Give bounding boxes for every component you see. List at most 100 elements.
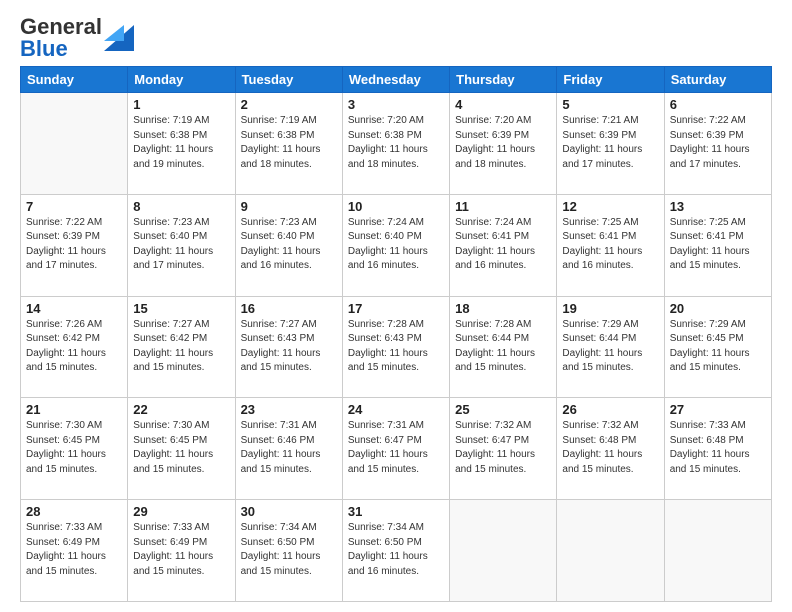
day-number: 9 (241, 199, 337, 214)
calendar-cell: 15 Sunrise: 7:27 AMSunset: 6:42 PMDaylig… (128, 296, 235, 398)
day-number: 6 (670, 97, 766, 112)
calendar-cell: 2 Sunrise: 7:19 AMSunset: 6:38 PMDayligh… (235, 93, 342, 195)
day-number: 24 (348, 402, 444, 417)
cell-info: Sunrise: 7:20 AMSunset: 6:39 PMDaylight:… (455, 115, 535, 170)
day-number: 4 (455, 97, 551, 112)
cell-info: Sunrise: 7:28 AMSunset: 6:43 PMDaylight:… (348, 319, 428, 374)
day-number: 15 (133, 301, 229, 316)
calendar-cell: 21 Sunrise: 7:30 AMSunset: 6:45 PMDaylig… (21, 398, 128, 500)
cell-info: Sunrise: 7:31 AMSunset: 6:47 PMDaylight:… (348, 420, 428, 475)
cell-info: Sunrise: 7:24 AMSunset: 6:41 PMDaylight:… (455, 217, 535, 272)
cell-info: Sunrise: 7:23 AMSunset: 6:40 PMDaylight:… (133, 217, 213, 272)
calendar-cell: 12 Sunrise: 7:25 AMSunset: 6:41 PMDaylig… (557, 194, 664, 296)
day-number: 2 (241, 97, 337, 112)
day-number: 12 (562, 199, 658, 214)
calendar-cell: 31 Sunrise: 7:34 AMSunset: 6:50 PMDaylig… (342, 500, 449, 602)
weekday-header-thursday: Thursday (450, 67, 557, 93)
calendar-cell: 20 Sunrise: 7:29 AMSunset: 6:45 PMDaylig… (664, 296, 771, 398)
cell-info: Sunrise: 7:22 AMSunset: 6:39 PMDaylight:… (670, 115, 750, 170)
calendar-cell: 22 Sunrise: 7:30 AMSunset: 6:45 PMDaylig… (128, 398, 235, 500)
cell-info: Sunrise: 7:28 AMSunset: 6:44 PMDaylight:… (455, 319, 535, 374)
cell-info: Sunrise: 7:34 AMSunset: 6:50 PMDaylight:… (348, 522, 428, 577)
weekday-header-monday: Monday (128, 67, 235, 93)
day-number: 29 (133, 504, 229, 519)
day-number: 13 (670, 199, 766, 214)
calendar-week-2: 7 Sunrise: 7:22 AMSunset: 6:39 PMDayligh… (21, 194, 772, 296)
header: General Blue (20, 16, 772, 60)
day-number: 25 (455, 402, 551, 417)
day-number: 7 (26, 199, 122, 214)
cell-info: Sunrise: 7:32 AMSunset: 6:47 PMDaylight:… (455, 420, 535, 475)
day-number: 3 (348, 97, 444, 112)
calendar-week-5: 28 Sunrise: 7:33 AMSunset: 6:49 PMDaylig… (21, 500, 772, 602)
calendar-cell: 27 Sunrise: 7:33 AMSunset: 6:48 PMDaylig… (664, 398, 771, 500)
weekday-header-tuesday: Tuesday (235, 67, 342, 93)
calendar-cell: 11 Sunrise: 7:24 AMSunset: 6:41 PMDaylig… (450, 194, 557, 296)
cell-info: Sunrise: 7:22 AMSunset: 6:39 PMDaylight:… (26, 217, 106, 272)
day-number: 26 (562, 402, 658, 417)
weekday-header-friday: Friday (557, 67, 664, 93)
cell-info: Sunrise: 7:20 AMSunset: 6:38 PMDaylight:… (348, 115, 428, 170)
calendar-cell: 5 Sunrise: 7:21 AMSunset: 6:39 PMDayligh… (557, 93, 664, 195)
day-number: 20 (670, 301, 766, 316)
day-number: 8 (133, 199, 229, 214)
cell-info: Sunrise: 7:33 AMSunset: 6:48 PMDaylight:… (670, 420, 750, 475)
day-number: 10 (348, 199, 444, 214)
calendar-cell: 28 Sunrise: 7:33 AMSunset: 6:49 PMDaylig… (21, 500, 128, 602)
cell-info: Sunrise: 7:25 AMSunset: 6:41 PMDaylight:… (670, 217, 750, 272)
cell-info: Sunrise: 7:27 AMSunset: 6:43 PMDaylight:… (241, 319, 321, 374)
day-number: 21 (26, 402, 122, 417)
cell-info: Sunrise: 7:27 AMSunset: 6:42 PMDaylight:… (133, 319, 213, 374)
logo-icon (104, 15, 134, 51)
day-number: 1 (133, 97, 229, 112)
calendar-cell (21, 93, 128, 195)
calendar-cell: 16 Sunrise: 7:27 AMSunset: 6:43 PMDaylig… (235, 296, 342, 398)
calendar-cell: 13 Sunrise: 7:25 AMSunset: 6:41 PMDaylig… (664, 194, 771, 296)
cell-info: Sunrise: 7:34 AMSunset: 6:50 PMDaylight:… (241, 522, 321, 577)
calendar-cell: 26 Sunrise: 7:32 AMSunset: 6:48 PMDaylig… (557, 398, 664, 500)
cell-info: Sunrise: 7:26 AMSunset: 6:42 PMDaylight:… (26, 319, 106, 374)
weekday-header-saturday: Saturday (664, 67, 771, 93)
calendar-cell: 19 Sunrise: 7:29 AMSunset: 6:44 PMDaylig… (557, 296, 664, 398)
calendar-cell: 3 Sunrise: 7:20 AMSunset: 6:38 PMDayligh… (342, 93, 449, 195)
cell-info: Sunrise: 7:19 AMSunset: 6:38 PMDaylight:… (241, 115, 321, 170)
calendar-cell: 17 Sunrise: 7:28 AMSunset: 6:43 PMDaylig… (342, 296, 449, 398)
cell-info: Sunrise: 7:30 AMSunset: 6:45 PMDaylight:… (26, 420, 106, 475)
day-number: 23 (241, 402, 337, 417)
calendar-cell: 1 Sunrise: 7:19 AMSunset: 6:38 PMDayligh… (128, 93, 235, 195)
day-number: 30 (241, 504, 337, 519)
day-number: 18 (455, 301, 551, 316)
day-number: 17 (348, 301, 444, 316)
weekday-header-sunday: Sunday (21, 67, 128, 93)
cell-info: Sunrise: 7:25 AMSunset: 6:41 PMDaylight:… (562, 217, 642, 272)
calendar-cell: 7 Sunrise: 7:22 AMSunset: 6:39 PMDayligh… (21, 194, 128, 296)
day-number: 31 (348, 504, 444, 519)
calendar-cell: 24 Sunrise: 7:31 AMSunset: 6:47 PMDaylig… (342, 398, 449, 500)
cell-info: Sunrise: 7:29 AMSunset: 6:44 PMDaylight:… (562, 319, 642, 374)
calendar-week-3: 14 Sunrise: 7:26 AMSunset: 6:42 PMDaylig… (21, 296, 772, 398)
cell-info: Sunrise: 7:33 AMSunset: 6:49 PMDaylight:… (133, 522, 213, 577)
cell-info: Sunrise: 7:24 AMSunset: 6:40 PMDaylight:… (348, 217, 428, 272)
day-number: 27 (670, 402, 766, 417)
cell-info: Sunrise: 7:19 AMSunset: 6:38 PMDaylight:… (133, 115, 213, 170)
calendar-cell: 23 Sunrise: 7:31 AMSunset: 6:46 PMDaylig… (235, 398, 342, 500)
calendar-cell: 14 Sunrise: 7:26 AMSunset: 6:42 PMDaylig… (21, 296, 128, 398)
logo: General Blue (20, 16, 134, 60)
day-number: 14 (26, 301, 122, 316)
page: General Blue SundayMondayTuesdayWednesda… (0, 0, 792, 612)
calendar-cell: 9 Sunrise: 7:23 AMSunset: 6:40 PMDayligh… (235, 194, 342, 296)
cell-info: Sunrise: 7:33 AMSunset: 6:49 PMDaylight:… (26, 522, 106, 577)
calendar-cell: 25 Sunrise: 7:32 AMSunset: 6:47 PMDaylig… (450, 398, 557, 500)
cell-info: Sunrise: 7:32 AMSunset: 6:48 PMDaylight:… (562, 420, 642, 475)
logo-blue: Blue (20, 36, 68, 61)
weekday-header-wednesday: Wednesday (342, 67, 449, 93)
calendar-week-4: 21 Sunrise: 7:30 AMSunset: 6:45 PMDaylig… (21, 398, 772, 500)
cell-info: Sunrise: 7:30 AMSunset: 6:45 PMDaylight:… (133, 420, 213, 475)
day-number: 16 (241, 301, 337, 316)
calendar-cell (557, 500, 664, 602)
day-number: 22 (133, 402, 229, 417)
day-number: 28 (26, 504, 122, 519)
calendar-cell: 6 Sunrise: 7:22 AMSunset: 6:39 PMDayligh… (664, 93, 771, 195)
logo-text: General Blue (20, 16, 102, 60)
calendar-cell: 18 Sunrise: 7:28 AMSunset: 6:44 PMDaylig… (450, 296, 557, 398)
